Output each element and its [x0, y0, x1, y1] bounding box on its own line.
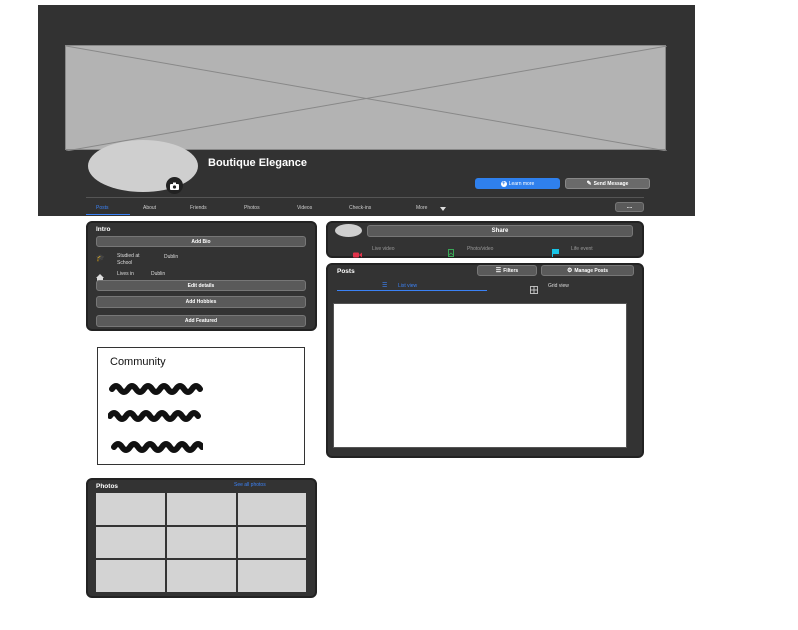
- tab-list-view[interactable]: List view: [398, 283, 417, 289]
- photo-thumbnail[interactable]: [238, 527, 306, 558]
- learn-more-button[interactable]: + Learn more: [475, 178, 560, 189]
- filters-label: Filters: [503, 267, 519, 274]
- learn-more-label: Learn more: [508, 180, 535, 187]
- filters-button[interactable]: ☰ Filters: [477, 265, 537, 276]
- chevron-down-icon[interactable]: [440, 207, 446, 211]
- photo-thumbnail[interactable]: [96, 493, 165, 525]
- tab-more[interactable]: More: [416, 205, 427, 211]
- live-video-icon[interactable]: [353, 245, 362, 263]
- header-divider: [86, 197, 644, 198]
- photo-thumbnail[interactable]: [96, 527, 165, 558]
- tab-about[interactable]: About: [143, 205, 156, 211]
- share-input-button[interactable]: Share: [367, 225, 633, 237]
- photo-thumbnail[interactable]: [238, 493, 306, 525]
- posts-title: Posts: [337, 268, 355, 275]
- flag-icon[interactable]: [552, 244, 559, 262]
- photo-video-label[interactable]: Photo/video: [467, 246, 493, 252]
- camera-icon[interactable]: [166, 177, 183, 194]
- tab-posts-underline: [86, 214, 130, 215]
- add-featured-button[interactable]: Add Featured: [96, 315, 306, 327]
- send-message-label: Send Message: [593, 180, 629, 187]
- graduation-cap-icon: 🎓: [96, 255, 105, 262]
- tab-videos[interactable]: Videos: [297, 205, 312, 211]
- tab-grid-view[interactable]: Grid view: [548, 283, 569, 289]
- plus-circle-icon: +: [500, 180, 507, 187]
- manage-posts-label: Manage Posts: [574, 267, 608, 274]
- tab-photos[interactable]: Photos: [244, 205, 260, 211]
- tab-check-ins[interactable]: Check-ins: [349, 205, 371, 211]
- studied-label: Studied at School: [117, 253, 140, 266]
- see-all-photos-link[interactable]: See all photos: [234, 482, 266, 488]
- composer-avatar: [335, 224, 362, 237]
- list-view-icon[interactable]: ☰: [382, 282, 387, 289]
- placeholder-cross-icon: [66, 46, 667, 151]
- photo-thumbnail[interactable]: [167, 560, 236, 592]
- cover-photo-placeholder[interactable]: [65, 45, 667, 151]
- photo-thumbnail[interactable]: [96, 560, 165, 592]
- page-title: Boutique Elegance: [208, 157, 308, 169]
- life-event-label[interactable]: Life event: [571, 246, 593, 252]
- manage-posts-button[interactable]: ⚙ Manage Posts: [541, 265, 634, 276]
- photo-thumbnail[interactable]: [238, 560, 306, 592]
- pencil-icon: ✎: [586, 181, 592, 187]
- live-video-label[interactable]: Live video: [372, 246, 395, 252]
- photo-video-icon[interactable]: [448, 244, 454, 262]
- tab-friends[interactable]: Friends: [190, 205, 207, 211]
- redacted-scribble: [108, 383, 203, 453]
- posts-feed-area: [333, 303, 627, 448]
- lives-label: Lives in: [117, 271, 134, 277]
- photos-title: Photos: [96, 483, 119, 490]
- add-bio-button[interactable]: Add Bio: [96, 236, 306, 247]
- community-title: Community: [110, 356, 166, 368]
- gear-icon: ⚙: [566, 268, 573, 274]
- edit-details-button[interactable]: Edit details: [96, 280, 306, 291]
- list-view-underline: [337, 290, 487, 291]
- sliders-icon: ☰: [495, 268, 502, 274]
- studied-value: Dublin: [164, 254, 179, 260]
- photo-thumbnail[interactable]: [167, 527, 236, 558]
- lives-value: Dublin: [151, 271, 166, 277]
- intro-title: Intro: [96, 226, 111, 233]
- photos-grid: [96, 493, 306, 592]
- grid-view-icon[interactable]: [530, 281, 538, 299]
- photo-thumbnail[interactable]: [167, 493, 236, 525]
- send-message-button[interactable]: ✎ Send Message: [565, 178, 650, 189]
- more-options-button[interactable]: ....: [615, 202, 644, 212]
- add-hobbies-button[interactable]: Add Hobbies: [96, 296, 306, 308]
- tab-posts[interactable]: Posts: [96, 205, 109, 211]
